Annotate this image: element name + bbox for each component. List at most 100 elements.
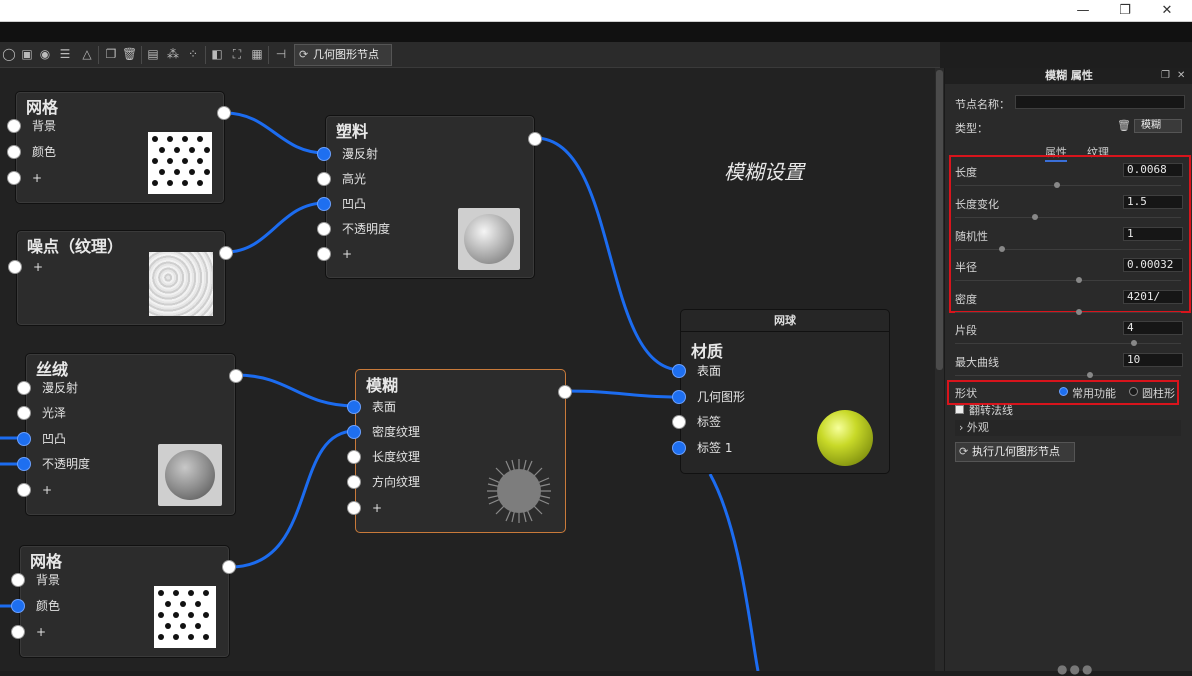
cluster-icon[interactable]: ⁘ bbox=[186, 47, 200, 61]
open-icon[interactable]: ◯ bbox=[2, 47, 16, 61]
grid-node-1[interactable]: 网格 背景 颜色 + bbox=[7, 91, 231, 204]
input-port[interactable] bbox=[347, 425, 361, 439]
trash-icon[interactable]: 🗑 bbox=[1117, 119, 1131, 132]
input-label: + bbox=[32, 171, 43, 185]
scrollbar-thumb[interactable] bbox=[936, 70, 943, 370]
input-port[interactable] bbox=[672, 390, 686, 404]
slider-knob[interactable] bbox=[1032, 214, 1038, 220]
input-port[interactable] bbox=[17, 432, 31, 446]
property-value-input[interactable]: 0.0068 bbox=[1123, 163, 1183, 177]
input-port[interactable] bbox=[672, 415, 686, 429]
flip-normals-checkbox[interactable] bbox=[955, 405, 964, 414]
property-slider[interactable] bbox=[955, 182, 1181, 188]
output-port[interactable] bbox=[528, 132, 542, 146]
slider-knob[interactable] bbox=[1087, 372, 1093, 378]
more-icon[interactable]: ●●● bbox=[1057, 662, 1094, 676]
property-value-input[interactable]: 4 bbox=[1123, 321, 1183, 335]
grid-node-2[interactable]: 网格 背景 颜色 + bbox=[11, 545, 236, 658]
input-port[interactable] bbox=[317, 197, 331, 211]
input-label: 背景 bbox=[32, 119, 57, 133]
wire-blur-ball bbox=[564, 389, 681, 399]
input-port[interactable] bbox=[11, 599, 25, 613]
render-icon[interactable]: ◉ bbox=[38, 47, 52, 61]
output-port[interactable] bbox=[229, 369, 243, 383]
node-canvas[interactable]: 模糊设置 网格 背景 颜色 + 噪点（纹理） + 塑料 漫反射 高光 凹凸 不透… bbox=[0, 68, 935, 671]
input-port[interactable] bbox=[17, 381, 31, 395]
geometry-node-tab[interactable]: ⟳ 几何图形节点 bbox=[294, 44, 392, 66]
plastic-material-node[interactable]: 塑料 漫反射 高光 凹凸 不透明度 + bbox=[317, 115, 542, 279]
input-port[interactable] bbox=[672, 364, 686, 378]
property-value-input[interactable]: 1 bbox=[1123, 227, 1183, 241]
input-port[interactable] bbox=[347, 501, 361, 515]
property-slider[interactable] bbox=[955, 340, 1181, 346]
blur-node[interactable]: 模糊 表面 密度纹理 长度纹理 方向纹理 + bbox=[347, 369, 572, 533]
noise-texture-node[interactable]: 噪点（纹理） + bbox=[8, 230, 233, 326]
layout-icon[interactable]: ▣ bbox=[20, 47, 34, 61]
input-port[interactable] bbox=[17, 457, 31, 471]
appearance-section[interactable]: › 外观 bbox=[955, 420, 1181, 436]
input-port[interactable] bbox=[17, 483, 31, 497]
wire-noise-plastic bbox=[225, 201, 326, 254]
tennis-ball-node[interactable]: 网球 材质 表面 几何图形 标签 标签 1 bbox=[672, 309, 890, 474]
dot-pattern-preview bbox=[154, 586, 216, 648]
input-port[interactable] bbox=[7, 145, 21, 159]
input-port[interactable] bbox=[8, 260, 22, 274]
minimize-button[interactable]: — bbox=[1068, 2, 1098, 20]
network-icon[interactable]: ⁂ bbox=[166, 47, 180, 61]
property-value-input[interactable]: 4201/ bbox=[1123, 290, 1183, 304]
type-selector[interactable]: 模糊 bbox=[1134, 119, 1182, 133]
input-port[interactable] bbox=[7, 119, 21, 133]
input-port[interactable] bbox=[7, 171, 21, 185]
output-port[interactable] bbox=[217, 106, 231, 120]
input-port[interactable] bbox=[347, 475, 361, 489]
close-panel-icon[interactable]: ✕ bbox=[1177, 68, 1185, 84]
input-port[interactable] bbox=[11, 573, 25, 587]
input-port[interactable] bbox=[317, 172, 331, 186]
node-name-input[interactable] bbox=[1015, 95, 1185, 109]
slider-knob[interactable] bbox=[1131, 340, 1137, 346]
input-port[interactable] bbox=[672, 441, 686, 455]
input-port[interactable] bbox=[347, 450, 361, 464]
input-port[interactable] bbox=[347, 400, 361, 414]
property-slider[interactable] bbox=[955, 309, 1181, 315]
output-port[interactable] bbox=[558, 385, 572, 399]
slider-knob[interactable] bbox=[1076, 309, 1082, 315]
velvet-material-node[interactable]: 丝绒 漫反射 光泽 凹凸 不透明度 + bbox=[17, 353, 243, 516]
float-panel-icon[interactable]: ❐ bbox=[1161, 68, 1170, 84]
slider-knob[interactable] bbox=[1076, 277, 1082, 283]
property-value-input[interactable]: 1.5 bbox=[1123, 195, 1183, 209]
slider-knob[interactable] bbox=[999, 246, 1005, 252]
property-value-input[interactable]: 0.00032 bbox=[1123, 258, 1183, 272]
connect-icon[interactable]: ⊣ bbox=[274, 47, 288, 61]
output-port[interactable] bbox=[222, 560, 236, 574]
property-slider[interactable] bbox=[955, 372, 1181, 378]
grid-icon[interactable]: ▦ bbox=[250, 47, 264, 61]
property-slider[interactable] bbox=[955, 277, 1181, 283]
input-port[interactable] bbox=[317, 222, 331, 236]
input-port[interactable] bbox=[317, 147, 331, 161]
execute-geometry-node-button[interactable]: ⟳ 执行几何图形节点 bbox=[955, 442, 1075, 462]
input-port[interactable] bbox=[317, 247, 331, 261]
restore-button[interactable]: ❐ bbox=[1110, 2, 1140, 20]
canvas-scrollbar[interactable] bbox=[935, 68, 944, 671]
split-icon[interactable]: ◧ bbox=[210, 47, 224, 61]
property-slider[interactable] bbox=[955, 214, 1181, 220]
measure-icon[interactable]: △ bbox=[80, 47, 94, 61]
delete-icon[interactable]: 🗑 bbox=[122, 47, 137, 61]
frame-icon[interactable]: ⛶ bbox=[230, 47, 244, 61]
property-slider[interactable] bbox=[955, 246, 1181, 252]
input-port[interactable] bbox=[17, 406, 31, 420]
close-button[interactable]: ✕ bbox=[1152, 2, 1182, 20]
input-label: 凹凸 bbox=[342, 197, 367, 211]
fur-sphere-preview bbox=[487, 459, 551, 523]
shape-radio-cylinder[interactable] bbox=[1129, 387, 1138, 396]
copy-icon[interactable]: ❐ bbox=[104, 47, 118, 61]
property-value-input[interactable]: 10 bbox=[1123, 353, 1183, 367]
output-port[interactable] bbox=[219, 246, 233, 260]
shape-radio-common[interactable] bbox=[1059, 387, 1068, 396]
slider-knob[interactable] bbox=[1054, 182, 1060, 188]
node-add-icon[interactable]: ▤ bbox=[146, 47, 160, 61]
input-port[interactable] bbox=[11, 625, 25, 639]
property-label: 最大曲线 bbox=[955, 356, 999, 369]
sliders-icon[interactable]: ☰ bbox=[58, 47, 72, 61]
